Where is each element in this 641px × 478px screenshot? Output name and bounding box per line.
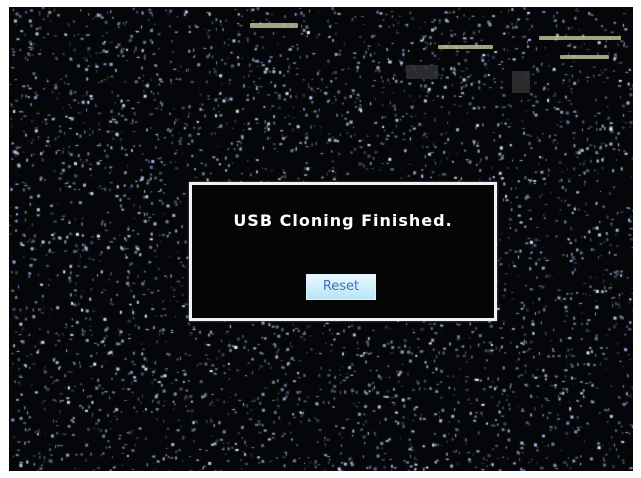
monitor-screen: USB Cloning Finished. Reset — [9, 7, 633, 471]
dialog-message: USB Cloning Finished. — [233, 211, 453, 230]
ceiling-light-reflection — [250, 23, 298, 28]
ceiling-light-reflection — [539, 36, 621, 40]
room-reflection-block — [406, 65, 438, 79]
usb-cloning-dialog: USB Cloning Finished. Reset — [189, 182, 497, 321]
photo-frame: USB Cloning Finished. Reset — [0, 0, 641, 478]
ceiling-light-reflection — [438, 45, 493, 49]
reset-button[interactable]: Reset — [306, 274, 376, 300]
room-reflection-block — [512, 71, 530, 93]
ceiling-light-reflection — [560, 55, 609, 59]
